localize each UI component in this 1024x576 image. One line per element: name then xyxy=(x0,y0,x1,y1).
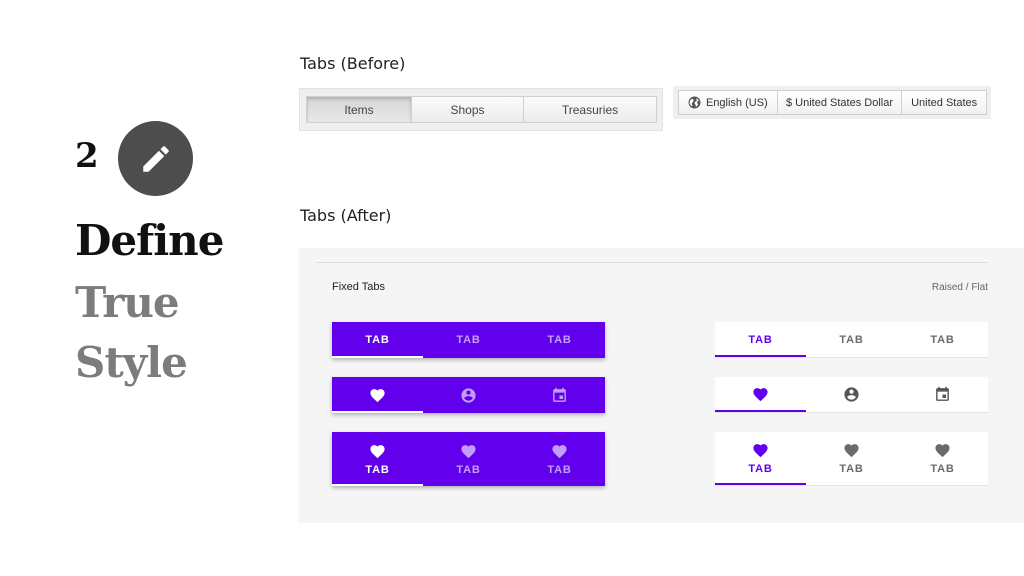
tab-label: TAB xyxy=(839,463,864,475)
tab-label: TAB xyxy=(365,334,390,346)
flat-text-tab-bar: TAB TAB TAB xyxy=(715,322,988,358)
raised-icon-text-tab-bar: TAB TAB TAB xyxy=(332,432,605,486)
heart-icon xyxy=(935,444,950,458)
headline-line2: True xyxy=(75,278,180,327)
raised-icon-tab-bar xyxy=(332,377,605,413)
tab-label: TAB xyxy=(839,333,864,346)
tab-indicator xyxy=(715,483,806,485)
raised-text-tab-2[interactable]: TAB xyxy=(423,322,514,358)
old-tab-treasuries[interactable]: Treasuries xyxy=(523,96,657,123)
panel-variant-label: Raised / Flat xyxy=(931,282,988,293)
flat-icon-tab-3[interactable] xyxy=(897,377,988,412)
tab-label: TAB xyxy=(547,463,572,476)
flat-icon-text-tab-1[interactable]: TAB xyxy=(715,432,806,485)
old-tab-bar: Items Shops Treasuries xyxy=(299,88,663,131)
heart-icon xyxy=(753,388,768,402)
flat-text-tab-1[interactable]: TAB xyxy=(715,322,806,357)
raised-icon-text-tab-1[interactable]: TAB xyxy=(332,432,423,486)
flat-icon-text-tab-bar: TAB TAB TAB xyxy=(715,432,988,486)
tab-label: TAB xyxy=(365,463,390,476)
tab-label: TAB xyxy=(456,463,481,476)
raised-icon-tab-3[interactable] xyxy=(514,377,605,413)
flat-icon-tab-bar xyxy=(715,377,988,413)
calendar-icon xyxy=(553,387,566,402)
tab-label: TAB xyxy=(930,333,955,346)
before-section-title: Tabs (Before) xyxy=(300,54,406,73)
flat-icon-tab-1[interactable] xyxy=(715,377,806,412)
old-tab-shops[interactable]: Shops xyxy=(411,96,524,123)
heart-icon xyxy=(844,444,859,458)
after-section-title: Tabs (After) xyxy=(300,206,392,225)
raised-icon-tab-1[interactable] xyxy=(332,377,423,413)
raised-text-tab-bar: TAB TAB TAB xyxy=(332,322,605,358)
flat-icon-tab-2[interactable] xyxy=(806,377,897,412)
flat-text-tab-2[interactable]: TAB xyxy=(806,322,897,357)
tab-indicator xyxy=(332,411,423,413)
tab-indicator xyxy=(332,356,423,358)
tab-label: TAB xyxy=(748,463,773,475)
locale-region-button[interactable]: United States xyxy=(901,90,987,115)
raised-text-tab-1[interactable]: TAB xyxy=(332,322,423,358)
flat-text-tab-3[interactable]: TAB xyxy=(897,322,988,357)
heart-icon xyxy=(753,444,768,458)
step-number: 2 xyxy=(75,136,99,176)
tab-label: TAB xyxy=(547,334,572,346)
tab-label: TAB xyxy=(748,333,773,346)
after-tabs-panel: Fixed Tabs Raised / Flat TAB TAB TAB TAB xyxy=(299,248,1024,523)
tab-indicator xyxy=(715,410,806,412)
globe-icon xyxy=(688,96,701,109)
tab-label: TAB xyxy=(930,463,955,475)
tab-indicator xyxy=(715,355,806,357)
headline-line1: Define xyxy=(75,216,224,265)
heart-icon xyxy=(370,444,385,458)
heart-icon xyxy=(370,388,385,402)
pencil-icon-badge xyxy=(118,121,193,196)
pencil-icon xyxy=(142,145,169,172)
locale-currency-button[interactable]: $ United States Dollar xyxy=(776,90,903,115)
raised-icon-text-tab-2[interactable]: TAB xyxy=(423,432,514,486)
tab-label: TAB xyxy=(456,334,481,346)
flat-icon-text-tab-3[interactable]: TAB xyxy=(897,432,988,485)
panel-divider xyxy=(316,262,988,263)
account-circle-icon xyxy=(844,387,859,402)
tab-indicator xyxy=(332,484,423,486)
old-tab-items[interactable]: Items xyxy=(306,96,412,123)
raised-icon-text-tab-3[interactable]: TAB xyxy=(514,432,605,486)
locale-language-label: English (US) xyxy=(705,96,768,109)
heart-icon xyxy=(461,444,476,458)
raised-text-tab-3[interactable]: TAB xyxy=(514,322,605,358)
headline-line3: Style xyxy=(75,338,188,387)
calendar-icon xyxy=(936,386,949,401)
locale-language-button[interactable]: English (US) xyxy=(678,90,778,115)
raised-icon-tab-2[interactable] xyxy=(423,377,514,413)
heart-icon xyxy=(552,444,567,458)
old-locale-bar: English (US) $ United States Dollar Unit… xyxy=(673,86,991,119)
flat-icon-text-tab-2[interactable]: TAB xyxy=(806,432,897,485)
panel-title: Fixed Tabs xyxy=(332,281,385,293)
account-circle-icon xyxy=(461,387,476,403)
